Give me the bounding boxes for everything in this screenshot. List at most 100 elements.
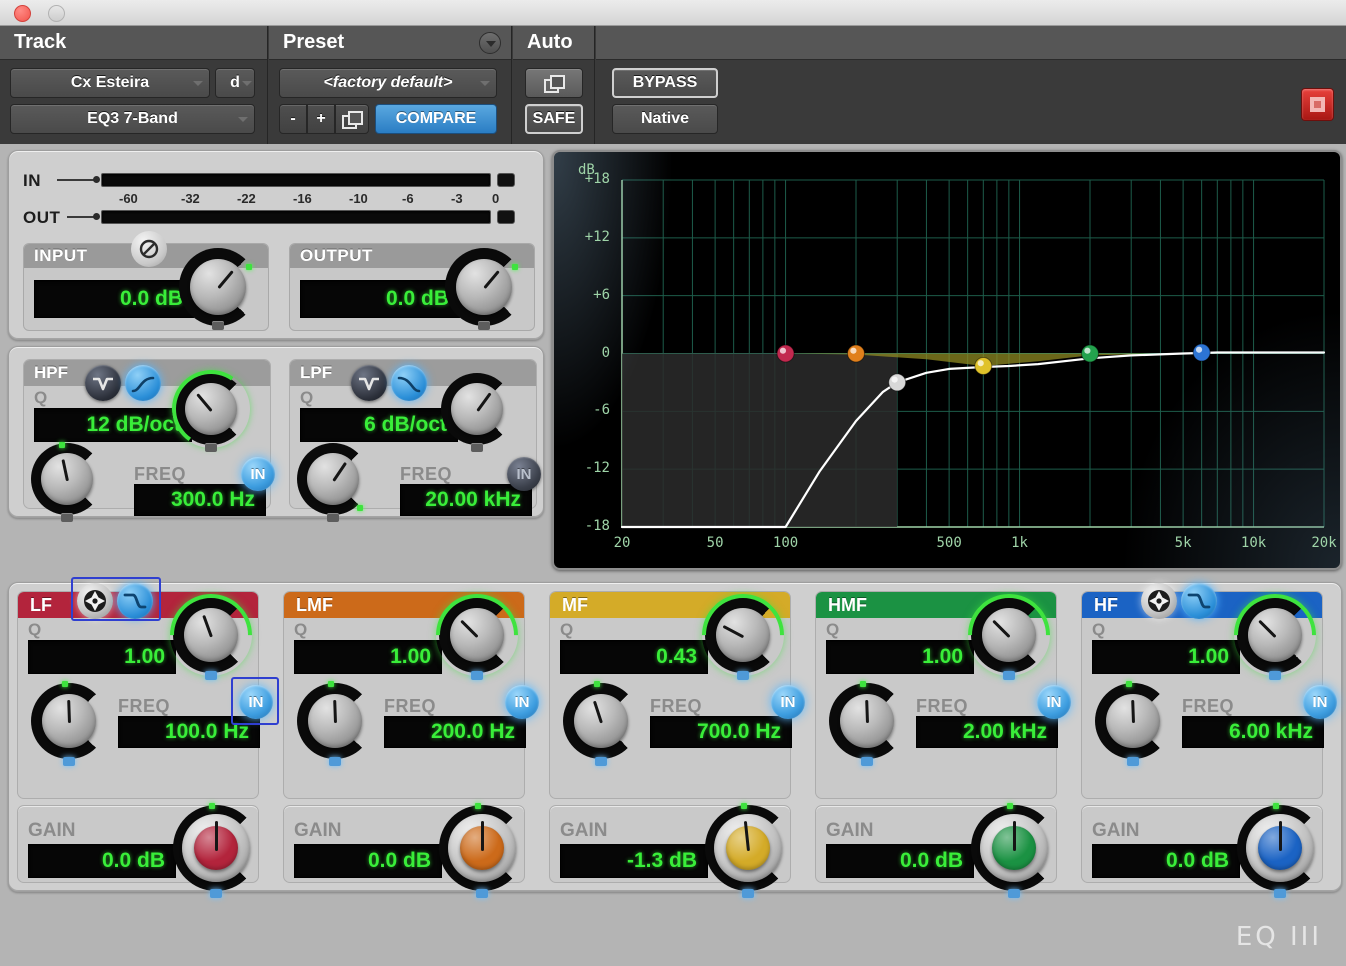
hf-shelf-shape-button[interactable]: [1181, 583, 1217, 619]
out-meter-clip-indicator[interactable]: [497, 210, 515, 224]
hpf-q-knob[interactable]: [165, 363, 257, 455]
mf-gain-display[interactable]: -1.3 dB: [560, 844, 708, 878]
hmf-q-knob[interactable]: [951, 577, 1067, 693]
mf-freq-display[interactable]: 700.0 Hz: [650, 716, 792, 748]
chevron-down-icon: [242, 81, 252, 86]
track-column: Track Cx Esteira d EQ3 7-Band: [0, 26, 268, 144]
mf-in-button[interactable]: IN: [771, 685, 805, 719]
lf-shelf-shape-button[interactable]: [117, 583, 153, 619]
track-suffix-selector[interactable]: d: [215, 68, 255, 98]
highpass-shape-icon: [131, 376, 155, 393]
safe-button[interactable]: SAFE: [525, 104, 583, 134]
misc-column: . BYPASS Native: [596, 26, 1346, 144]
lmf-in-button[interactable]: IN: [505, 685, 539, 719]
hmf-freq-knob[interactable]: [829, 681, 905, 766]
lf-freq-display[interactable]: 100.0 Hz: [118, 716, 260, 748]
highshelf-shape-icon: [1187, 593, 1211, 609]
mf-freq-knob[interactable]: [563, 681, 639, 766]
lf-in-button[interactable]: IN: [239, 685, 273, 719]
lf-gain-knob[interactable]: [173, 803, 259, 898]
lf-peak-shape-button[interactable]: [77, 583, 113, 619]
lpf-freq-display[interactable]: 20.00 kHz: [400, 484, 532, 516]
preset-menu-chevron-icon[interactable]: [479, 32, 501, 54]
lpf-in-button[interactable]: IN: [507, 457, 541, 491]
phase-invert-button[interactable]: [131, 231, 167, 267]
compare-button[interactable]: COMPARE: [375, 104, 497, 134]
hmf-in-button[interactable]: IN: [1037, 685, 1071, 719]
lmf-freq-display[interactable]: 200.0 Hz: [384, 716, 526, 748]
plugin-window-target-button[interactable]: [1301, 88, 1334, 121]
band-handle-hf[interactable]: [1192, 343, 1211, 362]
native-button[interactable]: Native: [612, 104, 718, 134]
band-handle-hpf[interactable]: [888, 373, 907, 392]
track-name: Cx Esteira: [70, 74, 150, 91]
lf-q-knob[interactable]: [153, 577, 269, 693]
lmf-freq-knob[interactable]: [297, 681, 373, 766]
hf-q-display[interactable]: 1.00: [1092, 640, 1240, 674]
hf-freq-display[interactable]: 6.00 kHz: [1182, 716, 1324, 748]
hpf-highpass-shape-button[interactable]: [125, 365, 161, 401]
safe-label: SAFE: [532, 110, 576, 127]
window-minimize-button[interactable]: [48, 5, 65, 22]
hf-gain-knob[interactable]: [1237, 803, 1323, 898]
preset-selector[interactable]: <factory default>: [279, 68, 497, 98]
output-gain-knob[interactable]: [445, 248, 523, 330]
lmf-q-knob[interactable]: [419, 577, 535, 693]
lmf-gain-knob[interactable]: [439, 803, 525, 898]
hpf-freq-knob[interactable]: [31, 442, 103, 522]
hf-freq-label: FREQ: [1182, 696, 1235, 716]
eq-response-graph[interactable]: dB +18 +12 +6 0 -6 -12 -18 20 50 100 500 1k 5k 10k 20k: [552, 150, 1342, 570]
plugin-selector[interactable]: EQ3 7-Band: [10, 104, 255, 134]
band-handle-hmf[interactable]: [1081, 344, 1099, 363]
lpf-q-knob[interactable]: [441, 373, 513, 452]
hf-freq-knob[interactable]: [1095, 681, 1171, 766]
lpf-notch-shape-button[interactable]: [351, 365, 387, 401]
band-handle-mf[interactable]: [974, 357, 993, 376]
preset-save-button[interactable]: [335, 104, 369, 134]
window-close-button[interactable]: [14, 5, 31, 22]
mf-q-knob[interactable]: [685, 577, 801, 693]
lpf-in-label: IN: [516, 465, 532, 483]
output-gain-display[interactable]: 0.0 dB: [300, 280, 460, 318]
meter-scale-tick: -22: [237, 191, 256, 206]
preset-previous-button[interactable]: -: [279, 104, 307, 134]
band-handle-lmf[interactable]: [847, 344, 865, 363]
bypass-button[interactable]: BYPASS: [612, 68, 718, 98]
eq-band-hmf: HMF Q 1.00 FREQ 2.00 kHz IN GAIN 0.0 dB: [807, 577, 1071, 898]
misc-column-label: .: [596, 26, 1346, 60]
lmf-gain-display[interactable]: 0.0 dB: [294, 844, 442, 878]
hmf-gain-display[interactable]: 0.0 dB: [826, 844, 974, 878]
hpf-notch-shape-button[interactable]: [85, 365, 121, 401]
hpf-slope-display[interactable]: 12 dB/oct: [34, 408, 192, 442]
meter-scale-tick: -6: [402, 191, 414, 206]
lpf-freq-knob[interactable]: [297, 443, 369, 522]
hf-q-knob[interactable]: [1217, 577, 1333, 693]
auto-write-button[interactable]: [525, 68, 583, 98]
mf-q-display[interactable]: 0.43: [560, 640, 708, 674]
lf-q-display[interactable]: 1.00: [28, 640, 176, 674]
hpf-freq-display[interactable]: 300.0 Hz: [134, 484, 266, 516]
input-gain-knob[interactable]: [179, 248, 257, 330]
in-meter-bar: [101, 173, 491, 187]
hpf-q-label: Q: [34, 388, 48, 407]
lpf-slope-display[interactable]: 6 dB/oct: [300, 408, 458, 442]
notch-shape-icon: [359, 377, 379, 391]
band-handle-lf[interactable]: [776, 344, 795, 363]
hpf-in-label: IN: [250, 465, 266, 483]
hpf-in-button[interactable]: IN: [241, 457, 275, 491]
lf-gain-display[interactable]: 0.0 dB: [28, 844, 176, 878]
hmf-q-display[interactable]: 1.00: [826, 640, 974, 674]
hmf-freq-display[interactable]: 2.00 kHz: [916, 716, 1058, 748]
hf-in-button[interactable]: IN: [1303, 685, 1337, 719]
hf-peak-shape-button[interactable]: [1141, 583, 1177, 619]
input-gain-display[interactable]: 0.0 dB: [34, 280, 194, 318]
track-selector[interactable]: Cx Esteira: [10, 68, 210, 98]
lf-freq-knob[interactable]: [31, 681, 107, 766]
hmf-gain-knob[interactable]: [971, 803, 1057, 898]
preset-next-button[interactable]: +: [307, 104, 335, 134]
lmf-q-display[interactable]: 1.00: [294, 640, 442, 674]
in-meter-clip-indicator[interactable]: [497, 173, 515, 187]
hf-gain-display[interactable]: 0.0 dB: [1092, 844, 1240, 878]
mf-gain-knob[interactable]: [705, 803, 791, 898]
lpf-lowpass-shape-button[interactable]: [391, 365, 427, 401]
